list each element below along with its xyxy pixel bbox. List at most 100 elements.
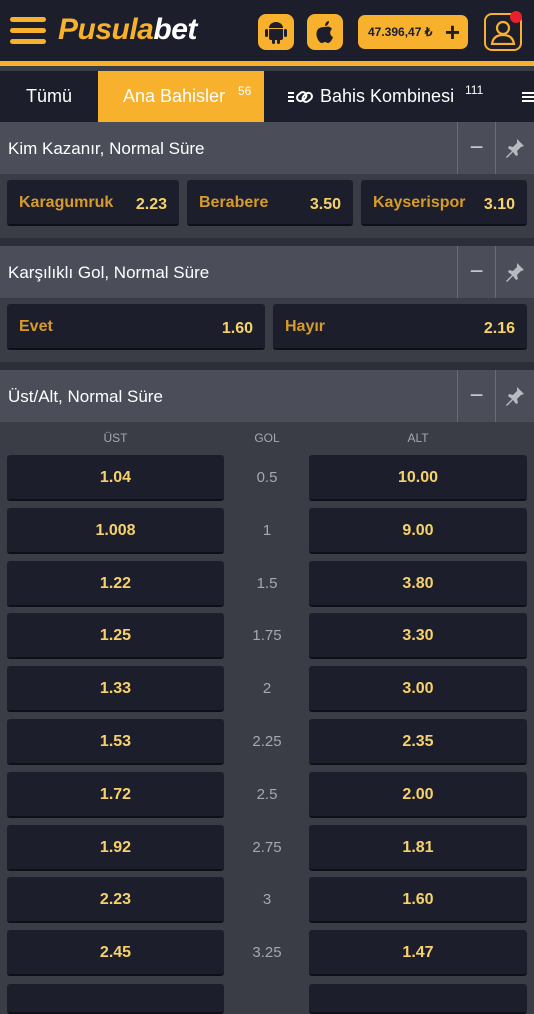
over-odd-button[interactable]: 1.008 — [7, 507, 224, 554]
under-odd: 1.60 — [402, 891, 434, 909]
outcome-odd: 3.50 — [309, 196, 341, 213]
outcome-name: Hayır — [285, 318, 326, 335]
under-odd: 3.80 — [402, 574, 434, 592]
under-odd-button[interactable]: 2.35 — [309, 719, 527, 765]
over-odd-button[interactable]: 1.92 — [7, 824, 224, 871]
under-odd: 2.35 — [402, 733, 434, 750]
outcome-button-partial[interactable] — [7, 984, 224, 1014]
under-odd: 3.30 — [402, 627, 434, 645]
outcome-button[interactable]: Evet 1.60 — [7, 304, 265, 350]
tab-main-bets[interactable]: Ana Bahisler 56 — [98, 71, 264, 122]
top-bar: Pusulabet 47.396,47 ₺ + — [0, 0, 534, 66]
under-odd: 10.00 — [397, 469, 439, 486]
divider — [0, 238, 534, 246]
outcome-name: Berabere — [199, 194, 269, 211]
under-odd: 9.00 — [402, 521, 434, 539]
tab-bet-combine[interactable]: Bahis Kombinesi 111 — [288, 71, 483, 122]
outcome-button[interactable]: Berabere 3.50 — [187, 180, 353, 226]
over-odd: 2.23 — [99, 891, 132, 909]
under-odd-button[interactable]: 1.81 — [309, 824, 527, 871]
outcome-name: Kayserispor — [373, 194, 466, 211]
over-odd-button[interactable]: 2.45 — [7, 930, 224, 977]
user-icon — [490, 20, 516, 45]
over-odd: 1.25 — [99, 627, 132, 645]
android-app-button[interactable] — [258, 14, 294, 50]
hamburger-icon[interactable] — [10, 17, 46, 45]
tab-label: Bahis Kombinesi — [320, 86, 455, 106]
tab-all[interactable]: Tümü — [26, 71, 72, 122]
tab-more[interactable] — [522, 71, 534, 122]
outcome-button-partial[interactable] — [309, 984, 527, 1014]
market-tabs: Tümü Ana Bahisler 56 Bahis Kombinesi 111 — [0, 71, 534, 122]
minus-icon[interactable]: − — [457, 122, 495, 174]
over-odd: 2.45 — [99, 944, 132, 962]
market-header-btts[interactable]: Karşılıklı Gol, Normal Süre − — [0, 246, 534, 298]
goal-line: 2.5 — [256, 785, 278, 803]
over-odd: 1.72 — [99, 785, 132, 803]
minus-icon[interactable]: − — [457, 370, 495, 422]
over-odd-button[interactable]: 1.22 — [7, 560, 224, 607]
under-odd: 1.47 — [402, 944, 434, 962]
under-odd-button[interactable]: 9.00 — [309, 507, 527, 554]
market-body-winner: Karagumruk 2.23 Berabere 3.50 Kayserispo… — [0, 174, 534, 238]
goal-line: 2.75 — [252, 838, 282, 856]
over-odd: 1.53 — [99, 733, 132, 750]
over-odd: 1.008 — [95, 521, 136, 539]
under-odd-button[interactable]: 10.00 — [309, 455, 527, 501]
pin-icon[interactable] — [495, 246, 533, 298]
link-icon — [288, 90, 313, 103]
under-odd-button[interactable]: 1.47 — [309, 930, 527, 977]
goal-line: 2.25 — [252, 733, 282, 750]
divider — [0, 362, 534, 370]
under-odd-button[interactable]: 3.00 — [309, 666, 527, 713]
outcome-odd: 1.60 — [221, 320, 253, 337]
logo-text-1: Pusula — [58, 13, 154, 46]
add-funds-icon[interactable]: + — [445, 17, 460, 48]
outcome-button[interactable]: Karagumruk 2.23 — [7, 180, 179, 226]
tab-count: 111 — [465, 83, 484, 97]
outcome-odd: 3.10 — [483, 196, 515, 213]
android-icon — [265, 22, 287, 44]
under-odd-button[interactable]: 2.00 — [309, 771, 527, 818]
goal-line: 0.5 — [256, 469, 278, 486]
market-header-overunder[interactable]: Üst/Alt, Normal Süre − — [0, 370, 534, 422]
column-header-goal: GOL — [254, 431, 280, 445]
market-body-btts: Evet 1.60 Hayır 2.16 — [0, 298, 534, 362]
notification-dot — [510, 11, 522, 23]
balance-amount: 47.396,47 ₺ — [368, 25, 433, 39]
market-title: Üst/Alt, Normal Süre — [8, 387, 163, 406]
market-title: Karşılıklı Gol, Normal Süre — [8, 263, 210, 282]
over-odd-button[interactable]: 1.04 — [7, 455, 224, 501]
over-odd: 1.33 — [99, 680, 132, 698]
over-odd-button[interactable]: 1.25 — [7, 613, 224, 660]
tab-count: 56 — [238, 84, 252, 98]
outcome-name: Evet — [19, 318, 53, 335]
under-odd-button[interactable]: 3.30 — [309, 613, 527, 660]
goal-line: 1.75 — [252, 627, 282, 645]
apple-icon — [316, 21, 333, 43]
pin-icon[interactable] — [495, 122, 533, 174]
under-odd: 2.00 — [402, 785, 434, 803]
goal-line: 3.25 — [252, 944, 282, 962]
over-odd-button[interactable]: 1.72 — [7, 771, 224, 818]
outcome-name: Karagumruk — [19, 194, 114, 211]
outcome-odd: 2.16 — [483, 320, 515, 337]
under-odd-button[interactable]: 3.80 — [309, 560, 527, 607]
over-odd: 1.04 — [99, 469, 132, 486]
tab-label: Ana Bahisler — [123, 86, 226, 106]
pin-icon[interactable] — [495, 370, 533, 422]
outcome-button[interactable]: Hayır 2.16 — [273, 304, 527, 350]
balance-button[interactable]: 47.396,47 ₺ + — [358, 15, 468, 49]
over-odd-button[interactable]: 1.33 — [7, 666, 224, 713]
market-title: Kim Kazanır, Normal Süre — [8, 139, 205, 158]
over-odd-button[interactable]: 2.23 — [7, 877, 224, 924]
outcome-button[interactable]: Kayserispor 3.10 — [361, 180, 527, 226]
logo[interactable]: Pusulabet — [58, 13, 197, 47]
over-odd-button[interactable]: 1.53 — [7, 719, 224, 765]
minus-icon[interactable]: − — [457, 246, 495, 298]
ios-app-button[interactable] — [307, 14, 343, 50]
under-odd: 1.81 — [402, 838, 434, 856]
list-icon — [522, 91, 534, 102]
under-odd-button[interactable]: 1.60 — [309, 877, 527, 924]
market-header-winner[interactable]: Kim Kazanır, Normal Süre − — [0, 122, 534, 174]
